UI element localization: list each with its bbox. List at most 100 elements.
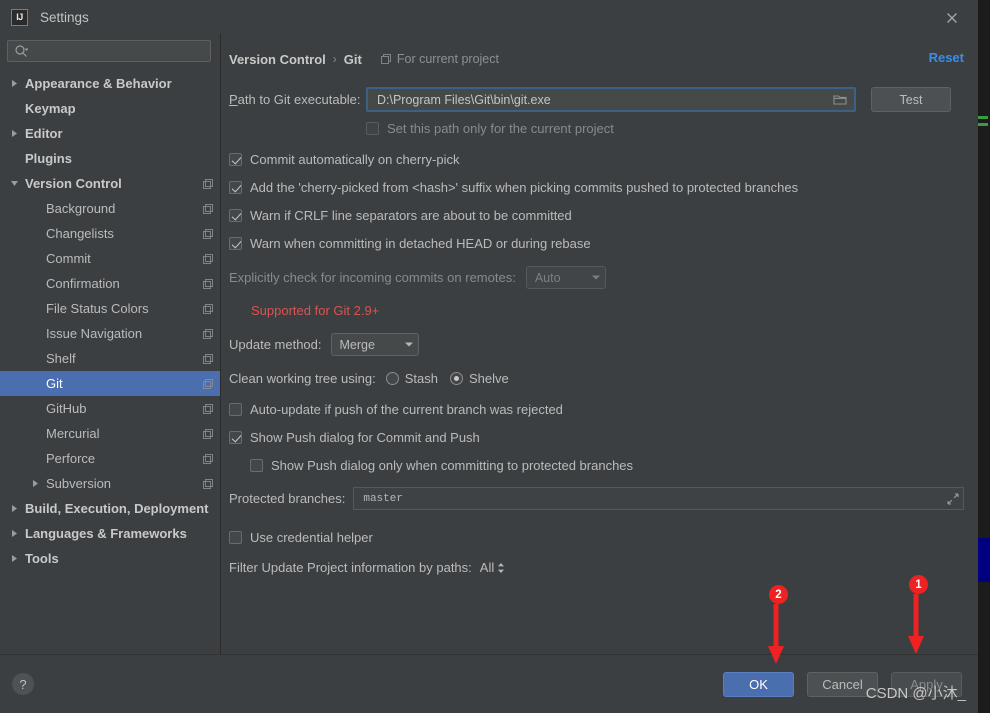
radio-stash[interactable]: Stash <box>385 371 438 386</box>
sidebar-item-commit[interactable]: Commit <box>0 246 220 271</box>
sidebar-item-label: GitHub <box>46 401 87 416</box>
sidebar-item-label: Appearance & Behavior <box>25 76 172 91</box>
git-option-row[interactable]: Warn when committing in detached HEAD or… <box>229 236 964 251</box>
auto-update-checkbox[interactable] <box>229 403 242 416</box>
set-path-only-label: Set this path only for the current proje… <box>387 121 614 136</box>
git-option-label: Warn when committing in detached HEAD or… <box>250 236 591 251</box>
protected-branches-input[interactable] <box>361 491 947 506</box>
project-scope-icon <box>202 453 214 465</box>
sidebar-item-git[interactable]: Git <box>0 371 220 396</box>
chevron-down-icon <box>390 341 414 348</box>
sidebar-search-wrap <box>0 34 220 70</box>
git-path-row: Path to Git executable: Test <box>229 87 964 112</box>
expand-icon[interactable] <box>947 492 959 505</box>
credential-helper-row[interactable]: Use credential helper <box>229 530 964 545</box>
sidebar-item-shelf[interactable]: Shelf <box>0 346 220 371</box>
sidebar-item-label: Git <box>46 376 63 391</box>
show-push-row[interactable]: Show Push dialog for Commit and Push <box>229 430 964 445</box>
sidebar-item-version-control[interactable]: Version Control <box>0 171 220 196</box>
git-option-checkbox[interactable] <box>229 181 242 194</box>
sidebar-item-changelists[interactable]: Changelists <box>0 221 220 246</box>
shelve-radio[interactable] <box>449 372 463 385</box>
sidebar-item-editor[interactable]: Editor <box>0 121 220 146</box>
sidebar-item-issue-navigation[interactable]: Issue Navigation <box>0 321 220 346</box>
editor-background-strip <box>978 0 990 713</box>
protected-branches-label: Protected branches: <box>229 491 346 506</box>
stash-label: Stash <box>404 371 438 386</box>
watermark: CSDN @小沐_ <box>865 685 966 702</box>
filter-paths-selector[interactable]: All <box>480 560 505 575</box>
settings-tree: Appearance & Behavior Keymap Editor Plugins… <box>0 70 220 654</box>
scope-badge: For current project <box>380 52 499 66</box>
search-icon <box>14 44 29 58</box>
sidebar-item-confirmation[interactable]: Confirmation <box>0 271 220 296</box>
chevron-down-icon <box>7 179 21 188</box>
auto-update-label: Auto-update if push of the current branc… <box>250 402 563 417</box>
scope-badge-label: For current project <box>396 52 499 66</box>
sidebar-item-label: File Status Colors <box>46 301 149 316</box>
vcs-change-marker <box>978 123 988 126</box>
reset-link[interactable]: Reset <box>929 50 964 65</box>
credential-helper-label: Use credential helper <box>250 530 373 545</box>
git-path-field[interactable] <box>366 87 856 112</box>
folder-icon[interactable] <box>833 93 848 106</box>
breadcrumb-leaf: Git <box>343 51 362 67</box>
help-button[interactable]: ? <box>12 673 34 695</box>
set-path-only-row[interactable]: Set this path only for the current proje… <box>366 121 964 136</box>
incoming-commits-label: Explicitly check for incoming commits on… <box>229 270 516 285</box>
ok-button[interactable]: OK <box>723 671 794 697</box>
git-option-row[interactable]: Commit automatically on cherry-pick <box>229 152 964 167</box>
incoming-commits-select[interactable]: Auto <box>525 266 606 289</box>
sidebar-item-label: Build, Execution, Deployment <box>25 501 209 516</box>
sidebar-item-label: Perforce <box>46 451 96 466</box>
sidebar-item-label: Tools <box>25 551 59 566</box>
sidebar-item-plugins[interactable]: Plugins <box>0 146 220 171</box>
git-option-row[interactable]: Add the 'cherry-picked from <hash>' suff… <box>229 180 964 195</box>
close-icon[interactable] <box>944 10 960 26</box>
sidebar-item-background[interactable]: Background <box>0 196 220 221</box>
show-push-protected-row[interactable]: Show Push dialog only when committing to… <box>250 458 964 473</box>
sidebar-item-github[interactable]: GitHub <box>0 396 220 421</box>
git-option-checkbox[interactable] <box>229 153 242 166</box>
sidebar-item-appearance-behavior[interactable]: Appearance & Behavior <box>0 71 220 96</box>
annotation-arrow-1 <box>908 594 924 654</box>
chevron-down-icon <box>577 274 601 281</box>
sidebar-item-label: Mercurial <box>46 426 100 441</box>
protected-branches-field[interactable] <box>353 487 964 510</box>
stash-radio[interactable] <box>385 372 399 385</box>
sidebar-item-label: Changelists <box>46 226 114 241</box>
git-option-row[interactable]: Warn if CRLF line separators are about t… <box>229 208 964 223</box>
project-scope-icon <box>202 228 214 240</box>
search-input[interactable] <box>31 43 204 59</box>
radio-shelve[interactable]: Shelve <box>449 371 509 386</box>
sidebar-item-tools[interactable]: Tools <box>0 546 220 571</box>
sidebar-item-mercurial[interactable]: Mercurial <box>0 421 220 446</box>
update-method-select[interactable]: Merge <box>330 333 419 356</box>
sidebar-item-perforce[interactable]: Perforce <box>0 446 220 471</box>
git-version-note: Supported for Git 2.9+ <box>251 303 380 318</box>
set-path-only-checkbox[interactable] <box>366 122 379 135</box>
sidebar-item-label: Languages & Frameworks <box>25 526 187 541</box>
project-scope-icon <box>202 328 214 340</box>
sidebar-item-label: Confirmation <box>46 276 120 291</box>
show-push-checkbox[interactable] <box>229 431 242 444</box>
git-path-input[interactable] <box>375 91 833 108</box>
git-option-label: Commit automatically on cherry-pick <box>250 152 460 167</box>
sidebar-item-keymap[interactable]: Keymap <box>0 96 220 121</box>
credential-helper-checkbox[interactable] <box>229 531 242 544</box>
sidebar-item-label: Subversion <box>46 476 112 491</box>
search-box[interactable] <box>7 40 211 62</box>
git-option-checkbox[interactable] <box>229 209 242 222</box>
protected-branches-row: Protected branches: <box>229 487 964 510</box>
git-option-checkbox[interactable] <box>229 237 242 250</box>
show-push-protected-checkbox[interactable] <box>250 459 263 472</box>
sidebar-item-file-status-colors[interactable]: File Status Colors <box>0 296 220 321</box>
breadcrumb-root[interactable]: Version Control <box>229 52 326 67</box>
auto-update-row[interactable]: Auto-update if push of the current branc… <box>229 402 964 417</box>
sidebar-item-languages-frameworks[interactable]: Languages & Frameworks <box>0 521 220 546</box>
sidebar-item-subversion[interactable]: Subversion <box>0 471 220 496</box>
shelve-label: Shelve <box>468 371 509 386</box>
test-button[interactable]: Test <box>871 87 951 112</box>
sidebar-item-build-execution-deployment[interactable]: Build, Execution, Deployment <box>0 496 220 521</box>
chevron-right-icon <box>28 479 42 488</box>
